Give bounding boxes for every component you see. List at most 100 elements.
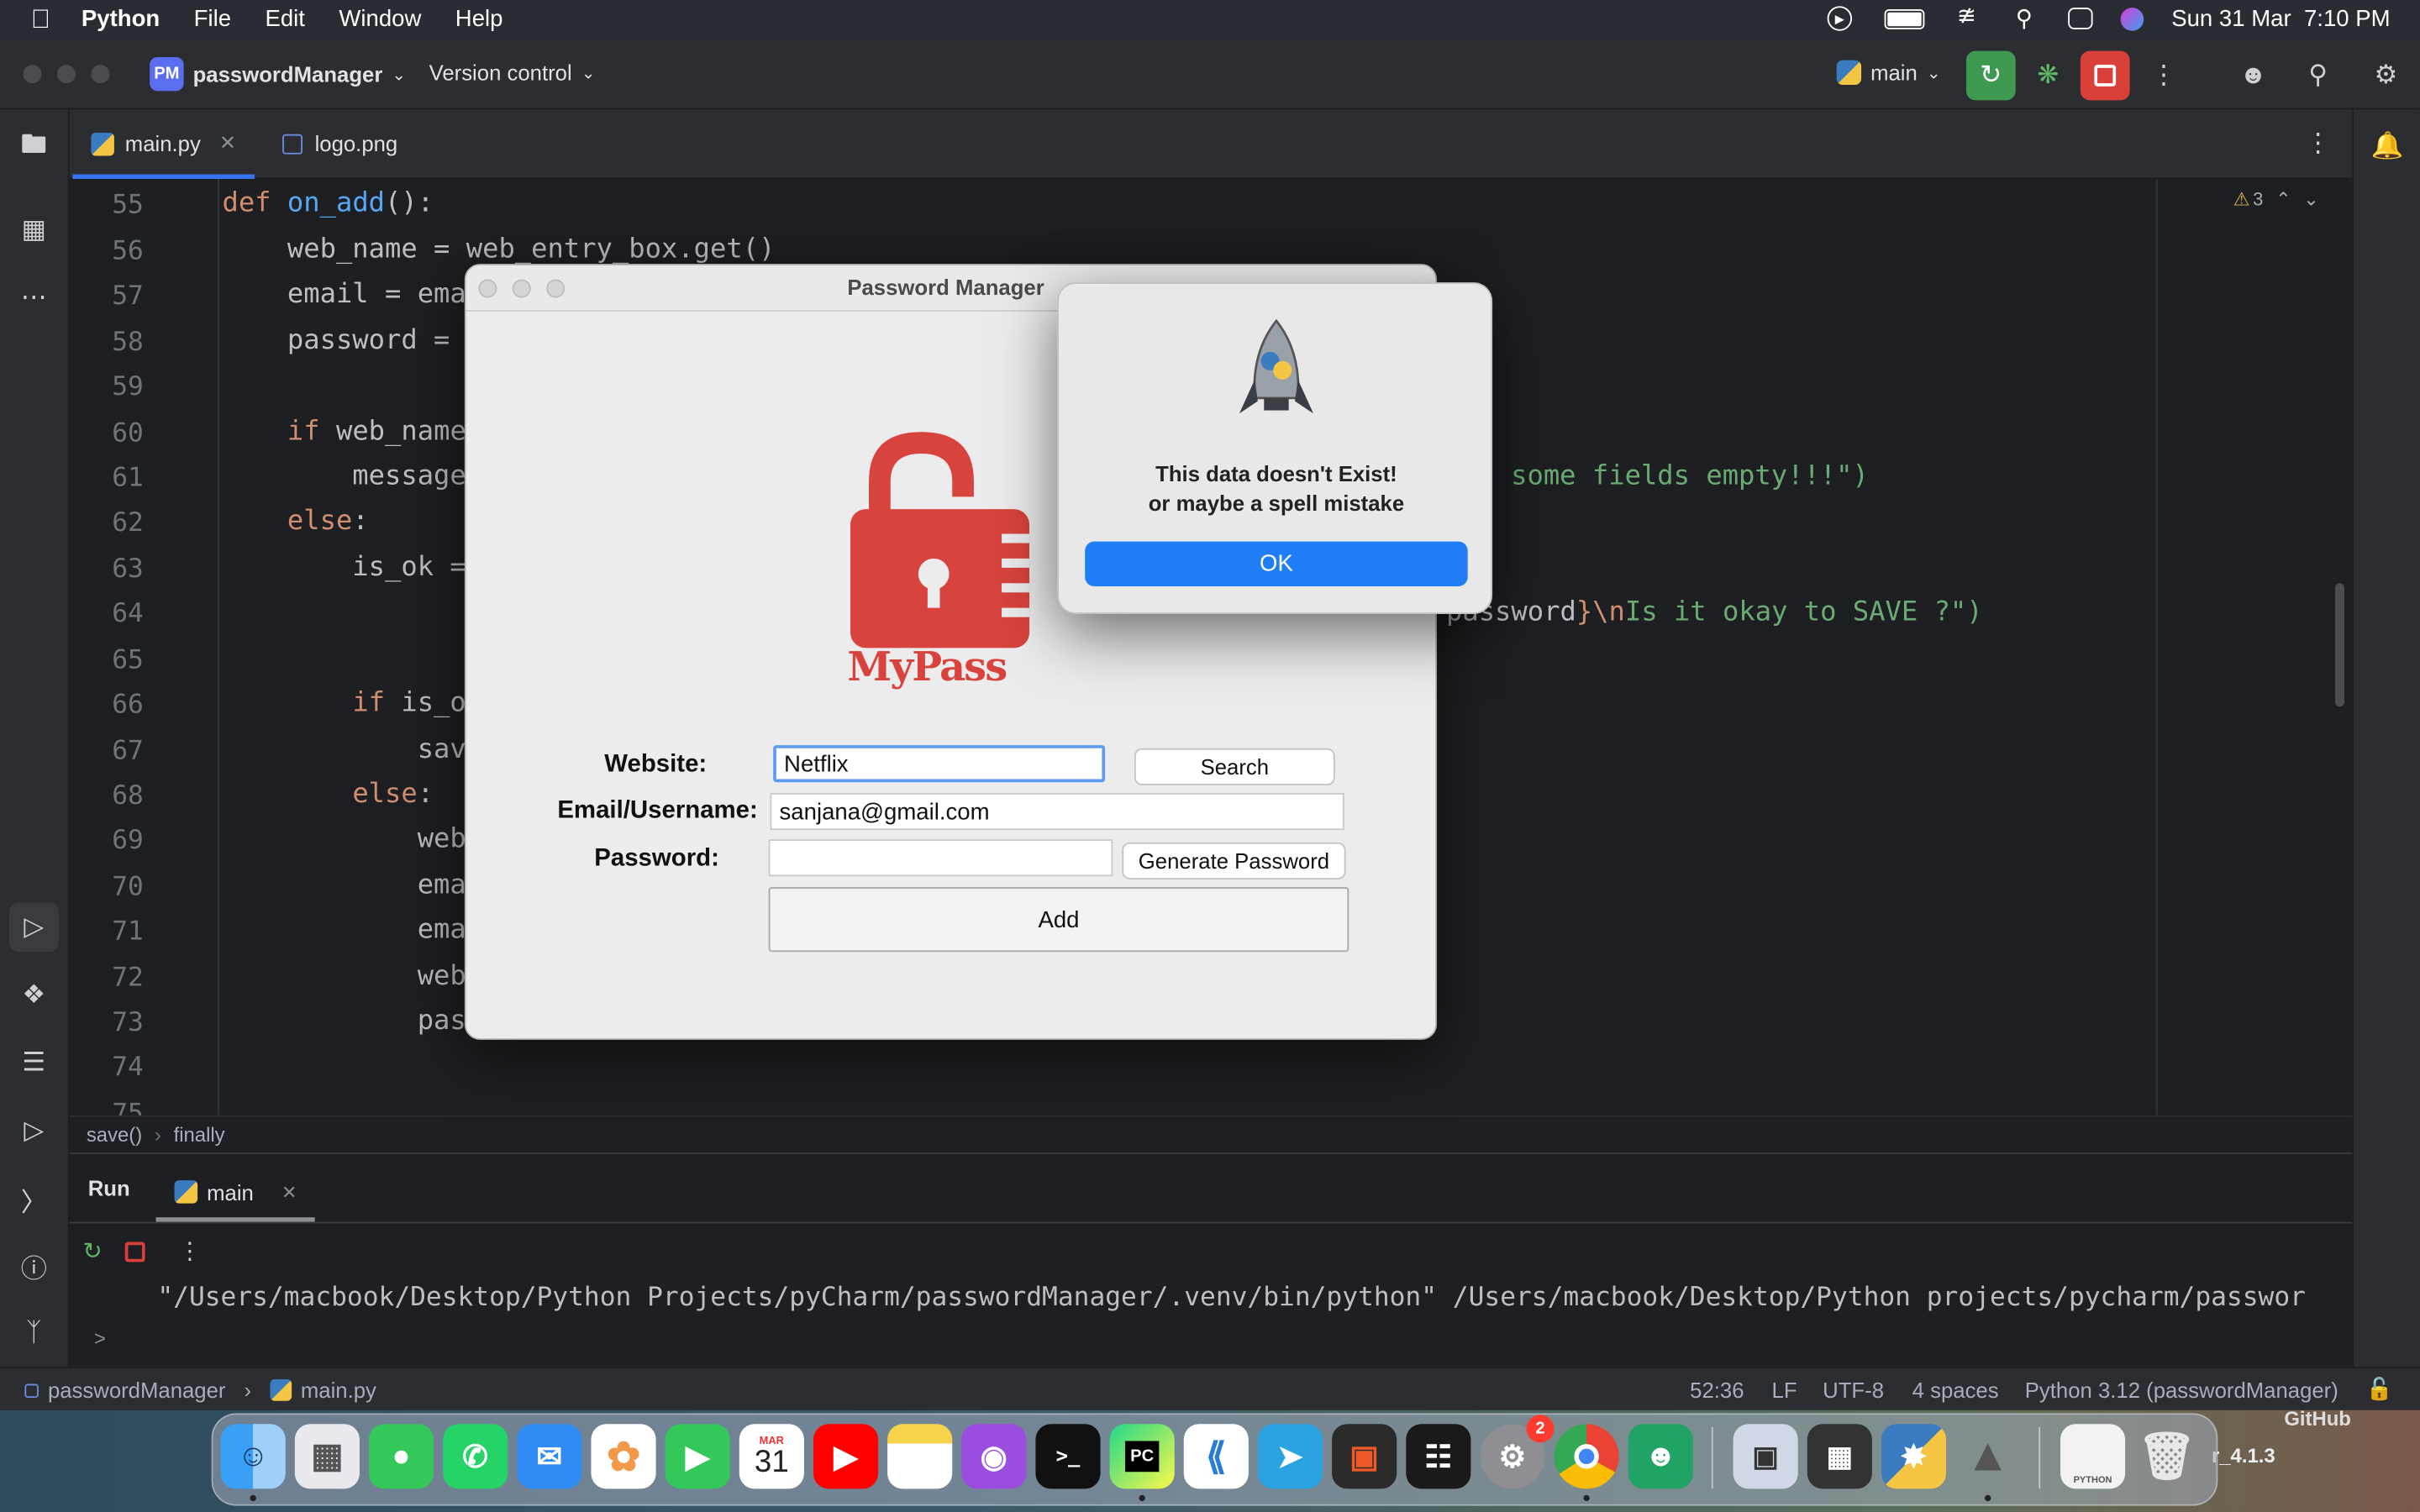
- problems-icon[interactable]: ⓘ: [13, 1243, 55, 1286]
- breadcrumb-item[interactable]: save(): [87, 1123, 142, 1147]
- vscode-icon[interactable]: ⟪: [1183, 1424, 1249, 1489]
- terminal-icon[interactable]: 〉: [13, 1177, 55, 1220]
- search-button[interactable]: Search: [1134, 748, 1335, 785]
- window-minimize-button[interactable]: [512, 279, 531, 298]
- menu-app-python[interactable]: Python: [82, 6, 160, 32]
- python-console-icon[interactable]: ❖: [13, 974, 55, 1016]
- calculator-icon[interactable]: ▦: [1807, 1424, 1872, 1489]
- now-playing-icon[interactable]: ▶: [1827, 6, 1853, 31]
- apple-icon[interactable]: : [31, 4, 50, 35]
- rerun-icon[interactable]: ↻: [76, 1234, 109, 1268]
- tabs-more-icon[interactable]: ⋮: [2302, 122, 2335, 165]
- run-more-icon[interactable]: ⋮: [175, 1234, 206, 1268]
- window-close-button[interactable]: [23, 65, 42, 84]
- breadcrumb-item[interactable]: finally: [174, 1123, 225, 1147]
- run-tab-main[interactable]: main ✕: [155, 1167, 316, 1222]
- mail-icon[interactable]: ✉: [517, 1424, 582, 1489]
- spotlight-icon[interactable]: ⚲: [2016, 5, 2033, 32]
- app-icon[interactable]: ▣: [1332, 1424, 1397, 1489]
- window-close-button[interactable]: [478, 279, 497, 298]
- website-input[interactable]: Netflix: [773, 745, 1106, 783]
- control-center-icon[interactable]: [2068, 8, 2093, 29]
- youtube-icon[interactable]: ▶: [813, 1424, 879, 1489]
- line-separator[interactable]: LF: [1772, 1378, 1797, 1402]
- more-actions-icon[interactable]: ⋮: [2145, 51, 2182, 101]
- podcasts-icon[interactable]: ◉: [961, 1424, 1027, 1489]
- calendar-icon[interactable]: MAR 31: [739, 1424, 804, 1489]
- piano-icon[interactable]: ☷: [1406, 1424, 1471, 1489]
- console-output[interactable]: "/Users/macbook/Desktop/Python Projects/…: [157, 1282, 2349, 1313]
- finder-icon[interactable]: ☺: [220, 1424, 286, 1489]
- indent-setting[interactable]: 4 spaces: [1912, 1378, 1999, 1402]
- close-icon[interactable]: ✕: [281, 1181, 297, 1203]
- window-zoom-button[interactable]: [91, 65, 110, 84]
- terminal-app-icon[interactable]: >_: [1035, 1424, 1101, 1489]
- siri-icon[interactable]: [2120, 8, 2144, 31]
- caret-position[interactable]: 52:36: [1690, 1378, 1744, 1402]
- whatsapp-icon[interactable]: ✆: [443, 1424, 508, 1489]
- inspection-widget[interactable]: ⚠ 3 ⌃ ⌄: [2233, 188, 2319, 210]
- python-folder-icon[interactable]: PYTHON: [2060, 1424, 2126, 1489]
- chevron-down-icon[interactable]: ⌄: [2303, 188, 2318, 210]
- project-folder-icon[interactable]: 🖿: [13, 125, 55, 168]
- notifications-bell-icon[interactable]: 🔔: [2366, 125, 2409, 168]
- search-icon[interactable]: ⚲: [2296, 51, 2339, 101]
- chevron-up-icon[interactable]: ⌃: [2275, 188, 2291, 210]
- window-zoom-button[interactable]: [546, 279, 566, 298]
- add-user-icon[interactable]: ☻: [2232, 51, 2275, 101]
- menu-edit[interactable]: Edit: [265, 6, 304, 32]
- services-icon[interactable]: ▷: [13, 1110, 55, 1152]
- project-selector[interactable]: PM passwordManager ⌄: [150, 56, 406, 92]
- status-file[interactable]: main.py: [301, 1378, 376, 1402]
- rerun-button[interactable]: ↻: [1965, 50, 2016, 101]
- system-settings-icon[interactable]: ⚙ 2: [1480, 1415, 1555, 1489]
- tab-logo-png[interactable]: logo.png: [264, 108, 416, 178]
- menu-help[interactable]: Help: [455, 6, 503, 32]
- git-icon[interactable]: ᛉ: [13, 1311, 55, 1354]
- trash-icon[interactable]: 🗑: [2134, 1424, 2199, 1488]
- more-tools-icon[interactable]: ⋯: [13, 276, 55, 319]
- python-interpreter[interactable]: Python 3.12 (passwordManager): [2025, 1378, 2338, 1402]
- facetime-icon[interactable]: ▶: [665, 1424, 730, 1489]
- vcs-selector[interactable]: Version control ⌄: [429, 60, 596, 85]
- photos-icon[interactable]: ✿: [591, 1424, 656, 1489]
- ok-button[interactable]: OK: [1085, 541, 1468, 586]
- tab-main-py[interactable]: main.py ✕: [72, 108, 255, 179]
- python-launcher-icon[interactable]: ✸: [1881, 1424, 1947, 1489]
- python-packages-icon[interactable]: ☰: [13, 1042, 55, 1084]
- close-icon[interactable]: ✕: [219, 131, 236, 155]
- wifi-icon[interactable]: ≇: [1957, 2, 1976, 29]
- settings-gear-icon[interactable]: ⚙: [2365, 51, 2407, 101]
- generate-password-button[interactable]: Generate Password: [1122, 842, 1346, 879]
- menu-file[interactable]: File: [194, 6, 231, 32]
- stop-icon[interactable]: [124, 1242, 145, 1263]
- status-project[interactable]: passwordManager: [48, 1378, 226, 1402]
- email-input[interactable]: sanjana@gmail.com: [770, 793, 1344, 831]
- file-encoding[interactable]: UTF-8: [1823, 1378, 1884, 1402]
- messages-icon[interactable]: ●: [368, 1424, 434, 1489]
- editor-scrollbar[interactable]: [2334, 583, 2344, 707]
- structure-icon[interactable]: ▦: [13, 208, 55, 251]
- code-function-name: on_add: [287, 188, 386, 219]
- preview-icon[interactable]: ▣: [1733, 1424, 1798, 1489]
- lock-icon[interactable]: 🔓: [2366, 1376, 2393, 1402]
- window-minimize-button[interactable]: [56, 65, 76, 84]
- pycharm-icon[interactable]: PC: [1109, 1424, 1175, 1489]
- add-button[interactable]: Add: [768, 887, 1349, 953]
- line-number: 57: [112, 281, 144, 312]
- classroom-icon[interactable]: ☻: [1628, 1424, 1693, 1489]
- run-tool-icon[interactable]: ▷: [9, 902, 59, 953]
- password-input[interactable]: [768, 839, 1113, 877]
- debug-icon[interactable]: ❋: [2027, 51, 2070, 101]
- python-rocket-icon[interactable]: ▲: [1955, 1424, 2020, 1488]
- menubar-clock[interactable]: Sun 31 Mar 7:10 PM: [2171, 6, 2390, 32]
- notes-icon[interactable]: [887, 1424, 953, 1489]
- battery-icon[interactable]: [1884, 9, 1925, 29]
- chrome-icon[interactable]: [1554, 1424, 1619, 1489]
- telegram-icon[interactable]: ➤: [1257, 1424, 1323, 1489]
- code-text: :: [417, 779, 434, 811]
- launchpad-icon[interactable]: ▦: [294, 1424, 360, 1489]
- menu-window[interactable]: Window: [339, 6, 421, 32]
- stop-button[interactable]: [2080, 50, 2130, 101]
- run-config-selector[interactable]: main ⌄: [1836, 60, 1941, 86]
